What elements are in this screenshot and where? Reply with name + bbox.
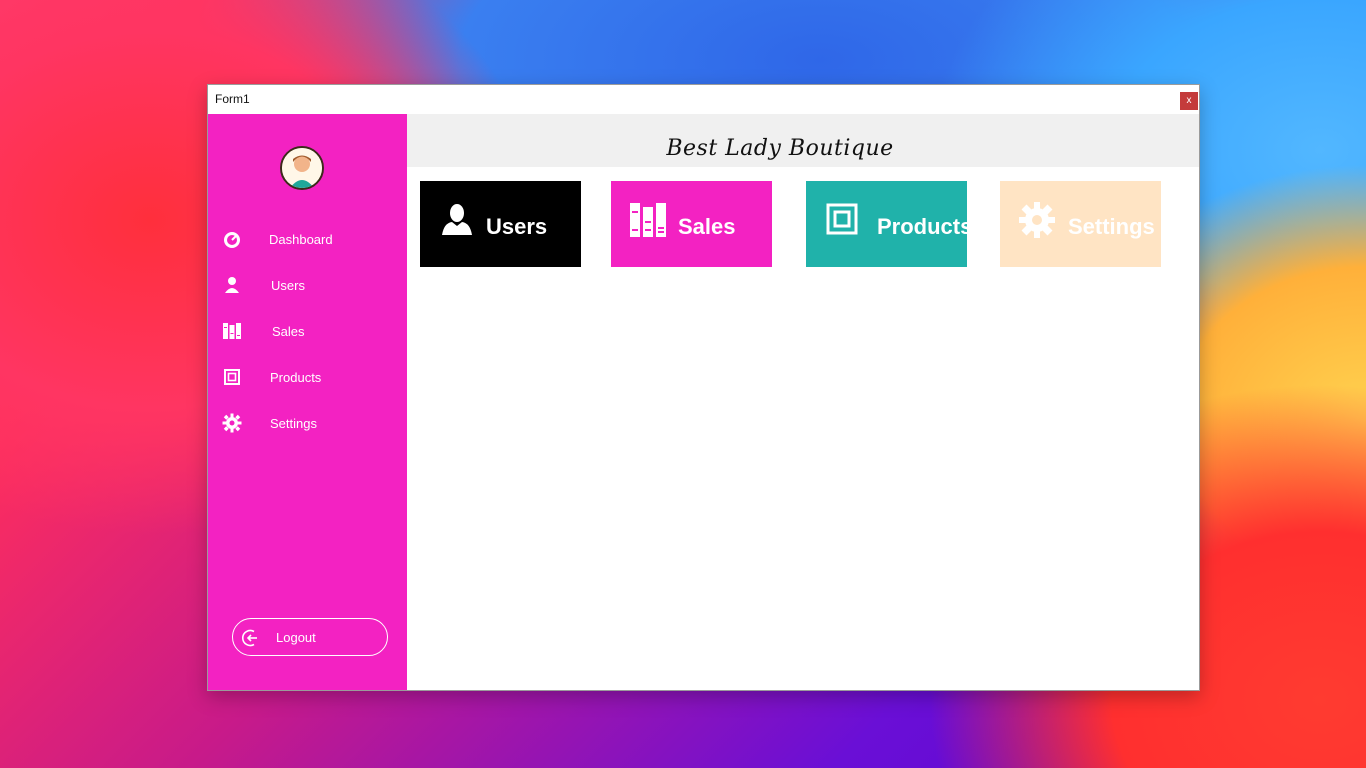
tile-sales[interactable]: Sales bbox=[611, 181, 772, 267]
sidebar-item-label: Dashboard bbox=[269, 232, 333, 247]
sidebar-item-dashboard[interactable]: Dashboard bbox=[208, 220, 407, 260]
sidebar: Dashboard Users Sales Products Settings … bbox=[208, 114, 407, 690]
sidebar-item-products[interactable]: Products bbox=[208, 358, 407, 398]
sidebar-item-label: Users bbox=[271, 278, 305, 293]
sidebar-item-sales[interactable]: Sales bbox=[208, 312, 407, 352]
dashboard-icon bbox=[224, 232, 240, 248]
avatar bbox=[280, 146, 324, 190]
user-icon bbox=[225, 277, 239, 293]
logout-button[interactable]: Logout bbox=[232, 618, 388, 656]
app-window: Form1 x Dashboard Users Sales Products S… bbox=[207, 84, 1200, 691]
window-title: Form1 bbox=[215, 92, 250, 106]
product-box-icon bbox=[224, 369, 240, 385]
tile-label: Users bbox=[486, 214, 548, 239]
books-icon bbox=[630, 203, 666, 237]
avatar-icon bbox=[282, 148, 322, 188]
tile-label: Products bbox=[877, 214, 973, 239]
tile-products[interactable]: Products bbox=[806, 181, 972, 267]
sidebar-item-label: Settings bbox=[270, 416, 317, 431]
books-icon bbox=[223, 323, 241, 339]
tile-settings[interactable]: Settings bbox=[1000, 181, 1161, 267]
brand-title: Best Lady Boutique bbox=[666, 136, 894, 161]
logout-icon bbox=[241, 629, 257, 647]
tile-label: Settings bbox=[1068, 214, 1155, 239]
sidebar-item-users[interactable]: Users bbox=[208, 266, 407, 306]
title-bar: Form1 x bbox=[208, 85, 1199, 114]
gear-icon bbox=[222, 413, 242, 433]
sidebar-item-settings[interactable]: Settings bbox=[208, 404, 407, 444]
tile-label: Sales bbox=[678, 214, 736, 239]
tile-users[interactable]: Users bbox=[420, 181, 581, 267]
user-icon bbox=[442, 204, 472, 235]
gear-icon bbox=[1019, 202, 1055, 238]
product-box-icon bbox=[826, 203, 858, 235]
logout-label: Logout bbox=[276, 630, 316, 645]
header: Best Lady Boutique bbox=[407, 114, 1199, 167]
close-button[interactable]: x bbox=[1180, 92, 1198, 110]
sidebar-item-label: Sales bbox=[272, 324, 305, 339]
sidebar-item-label: Products bbox=[270, 370, 322, 385]
